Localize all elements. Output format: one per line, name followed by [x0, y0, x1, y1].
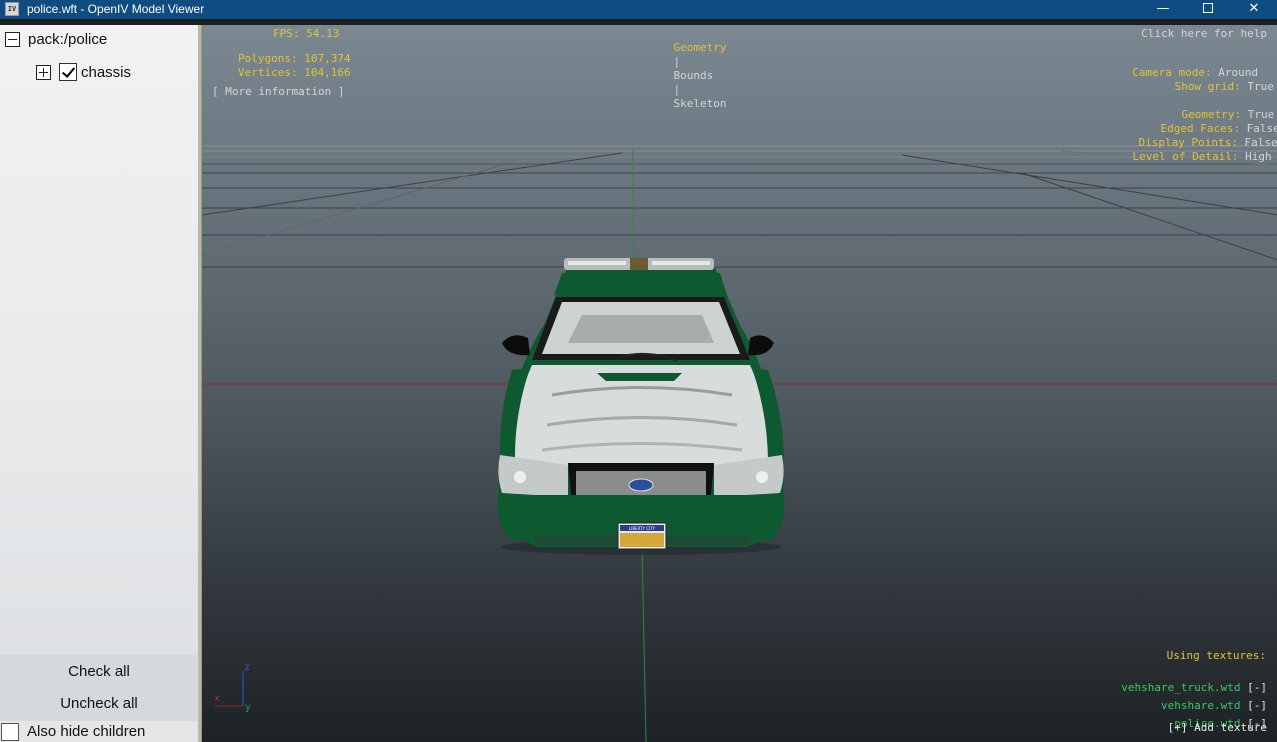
- setting-label: Show grid:: [1174, 80, 1241, 93]
- tree-node-chassis-label[interactable]: chassis: [81, 64, 131, 81]
- add-texture-button[interactable]: [+] Add texture: [1168, 721, 1267, 735]
- z-axis-line: [632, 149, 635, 271]
- render-mode-tabs: Geometry | Bounds | Skeleton: [647, 27, 727, 125]
- minimize-button[interactable]: —: [1140, 0, 1186, 19]
- maximize-button[interactable]: [1185, 0, 1231, 19]
- license-plate-text: LIBERTY CITY: [629, 526, 656, 531]
- y-axis-line: [641, 544, 647, 742]
- axis-x-label: x: [214, 693, 220, 704]
- setting-value[interactable]: True: [1247, 80, 1274, 93]
- more-information-link[interactable]: [ More information ]: [212, 85, 344, 99]
- tab-separator: |: [673, 83, 681, 96]
- window-title: police.wft - OpenIV Model Viewer: [27, 2, 205, 16]
- setting-label: Level of Detail:: [1132, 150, 1239, 163]
- vertices-readout: Vertices: 104,166: [238, 66, 351, 79]
- close-button[interactable]: ✕: [1231, 0, 1277, 19]
- check-all-button[interactable]: Check all: [0, 657, 198, 687]
- expand-icon[interactable]: [36, 64, 51, 80]
- model-tree-panel: pack:/police chassis Check all Uncheck a…: [0, 25, 198, 742]
- tree-node-root[interactable]: pack:/police: [5, 31, 107, 48]
- axis-z-label: z: [244, 662, 250, 673]
- help-link[interactable]: Click here for help: [1141, 27, 1267, 41]
- model-viewport[interactable]: LIBERTY CITY z x y FPS: 54.13 Polygons: …: [201, 25, 1277, 742]
- polygons-readout: Polygons: 107,374: [238, 52, 351, 65]
- axis-gizmo: z x y: [214, 662, 251, 713]
- tab-bounds[interactable]: Bounds: [674, 69, 714, 82]
- tree-actions: Check all Uncheck all Also hide children: [0, 655, 198, 742]
- tab-geometry[interactable]: Geometry: [674, 41, 727, 54]
- fps-readout: FPS: 54.13: [273, 27, 340, 40]
- setting-value[interactable]: High: [1245, 150, 1272, 163]
- level-of-detail-setting[interactable]: Level of Detail: High: [1106, 136, 1272, 178]
- also-hide-children-label: Also hide children: [27, 723, 146, 740]
- tree-node-root-label[interactable]: pack:/police: [28, 31, 107, 48]
- also-hide-children-option[interactable]: Also hide children: [0, 721, 198, 742]
- axis-y-label: y: [245, 702, 251, 713]
- tree-node-chassis[interactable]: chassis: [36, 63, 131, 81]
- title-bar: IV police.wft - OpenIV Model Viewer — ✕: [0, 0, 1277, 19]
- tab-skeleton[interactable]: Skeleton: [674, 97, 727, 110]
- also-hide-children-checkbox[interactable]: [1, 722, 19, 741]
- uncheck-all-button[interactable]: Uncheck all: [0, 689, 198, 719]
- textures-header: Using textures:: [1166, 649, 1266, 662]
- chassis-visibility-checkbox[interactable]: [59, 63, 77, 81]
- collapse-icon[interactable]: [5, 32, 20, 47]
- maximize-icon: [1203, 3, 1213, 13]
- openiv-app-icon[interactable]: IV: [5, 2, 19, 16]
- police-car-model: LIBERTY CITY: [497, 258, 785, 555]
- tab-separator: |: [673, 55, 681, 68]
